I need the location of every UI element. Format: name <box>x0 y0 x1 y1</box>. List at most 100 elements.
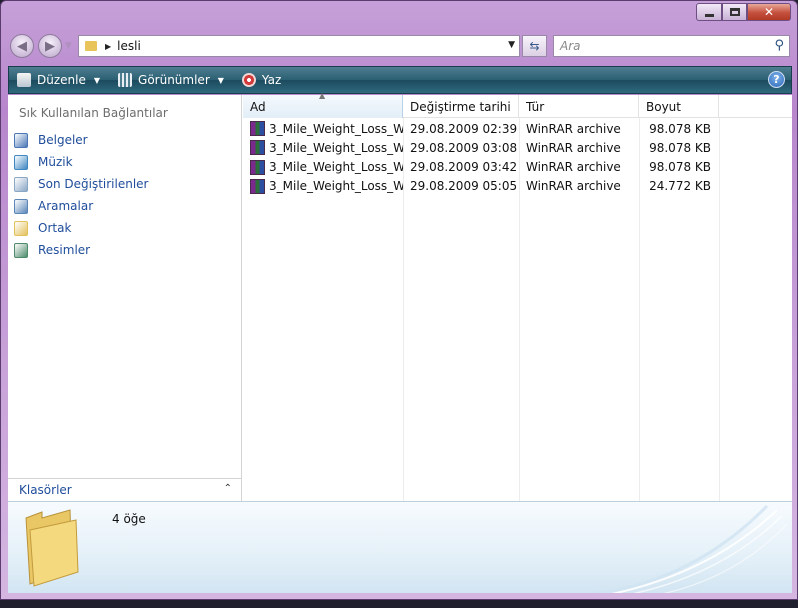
folder-icon <box>25 509 79 587</box>
recent-icon <box>14 176 28 192</box>
file-row[interactable]: 3_Mile_Weight_Loss_W... 29.08.2009 02:39 W… <box>243 119 723 138</box>
column-name-label: Ad <box>250 99 266 114</box>
file-type: WinRAR archive <box>526 160 621 175</box>
nav-link-1[interactable]: Müzik <box>14 151 148 173</box>
file-modified: 29.08.2009 03:08 <box>410 140 518 155</box>
views-button[interactable]: Görünümler ▼ <box>118 73 234 87</box>
column-headers: ▲ Ad Değiştirme tarihi Tür Boyut <box>243 91 792 118</box>
burn-disc-icon <box>241 73 256 87</box>
navigation-pane: Sık Kullanılan Bağlantılar Belgeler Müzik… <box>8 95 242 501</box>
nav-link-label: Müzik <box>38 155 73 169</box>
column-size-label: Boyut <box>646 99 681 114</box>
file-row[interactable]: 3_Mile_Weight_Loss_W... 29.08.2009 03:08 W… <box>243 138 723 157</box>
music-icon <box>14 154 28 170</box>
column-header-size[interactable]: Boyut <box>639 95 719 118</box>
search-placeholder[interactable]: Ara <box>560 39 581 53</box>
nav-link-5[interactable]: Resimler <box>14 239 148 261</box>
organize-icon <box>17 73 31 87</box>
file-row[interactable]: 3_Mile_Weight_Loss_W... 29.08.2009 03:42 W… <box>243 158 723 177</box>
winrar-archive-icon <box>250 178 265 194</box>
file-size: 98.078 KB <box>649 140 711 155</box>
file-name-cell: 3_Mile_Weight_Loss_W... <box>243 140 403 156</box>
file-name: 3_Mile_Weight_Loss_W... <box>269 160 403 175</box>
file-name: 3_Mile_Weight_Loss_W... <box>269 121 403 136</box>
maximize-icon <box>729 8 740 16</box>
search-input[interactable]: Ara ⚲ <box>553 35 790 57</box>
winrar-archive-icon <box>250 159 265 175</box>
views-icon <box>118 73 133 87</box>
file-list-pane: ▲ Ad Değiştirme tarihi Tür Boyut 3_Mile_… <box>243 91 792 501</box>
nav-link-3[interactable]: Aramalar <box>14 195 148 217</box>
close-icon: ✕ <box>763 5 775 19</box>
chevron-up-icon: ⌃ <box>223 483 232 494</box>
column-type-label: Tür <box>526 99 545 114</box>
winrar-archive-icon <box>250 121 265 136</box>
forward-button[interactable]: ▶ <box>38 34 62 58</box>
breadcrumb-arrow-icon[interactable]: ▶ <box>105 42 111 51</box>
column-modified-label: Değiştirme tarihi <box>410 99 511 114</box>
nav-link-label: Ortak <box>38 221 72 235</box>
file-name: 3_Mile_Weight_Loss_W... <box>269 140 403 155</box>
help-button[interactable]: ? <box>768 71 785 88</box>
recent-pages-dropdown[interactable]: ▼ <box>65 41 72 51</box>
refresh-icon: ⇆ <box>529 39 540 53</box>
search-icon <box>14 198 28 214</box>
views-label: Görünümler <box>138 73 210 87</box>
content-area: Sık Kullanılan Bağlantılar Belgeler Müzik… <box>8 91 792 501</box>
breadcrumb-path[interactable]: lesli <box>117 39 141 53</box>
organize-button[interactable]: Düzenle ▼ <box>17 73 110 87</box>
file-name: 3_Mile_Weight_Loss_W... <box>269 179 403 194</box>
chevron-down-icon: ▼ <box>93 75 101 85</box>
pictures-icon <box>14 242 28 258</box>
column-header-type[interactable]: Tür <box>519 95 639 118</box>
refresh-button[interactable]: ⇆ <box>522 35 547 57</box>
file-type: WinRAR archive <box>526 179 621 194</box>
maximize-button[interactable] <box>722 3 747 21</box>
file-row[interactable]: 3_Mile_Weight_Loss_W... 29.08.2009 05:05 W… <box>243 177 723 196</box>
documents-icon <box>14 132 28 148</box>
file-name-cell: 3_Mile_Weight_Loss_W... <box>243 178 403 194</box>
back-arrow-icon: ◀ <box>17 38 27 54</box>
nav-link-4[interactable]: Ortak <box>14 217 148 239</box>
close-button[interactable]: ✕ <box>747 3 791 21</box>
details-pane: 4 öğe <box>8 501 792 593</box>
file-size: 98.078 KB <box>649 160 711 175</box>
folder-icon <box>85 41 97 51</box>
file-name-cell: 3_Mile_Weight_Loss_W... <box>243 159 403 175</box>
public-folder-icon <box>14 220 28 236</box>
nav-link-label: Aramalar <box>38 199 94 213</box>
nav-link-2[interactable]: Son Değiştirilenler <box>14 173 148 195</box>
file-size: 98.078 KB <box>649 121 711 136</box>
favorite-links-list: Belgeler Müzik Son Değiştirilenler Aramalar… <box>14 129 148 261</box>
file-size: 24.772 KB <box>649 179 711 194</box>
window-controls: ✕ <box>696 3 791 21</box>
winrar-archive-icon <box>250 140 265 156</box>
sort-ascending-icon: ▲ <box>319 91 326 100</box>
column-header-modified[interactable]: Değiştirme tarihi <box>403 95 519 118</box>
burn-button[interactable]: Yaz <box>241 73 291 87</box>
address-dropdown-icon[interactable]: ▼ <box>508 40 515 50</box>
file-name-cell: 3_Mile_Weight_Loss_W... <box>243 121 403 136</box>
explorer-window: ✕ ◀ ▶ ▼ ▶ lesli ▼ ⇆ Ara ⚲ Düzenle ▼ Görü… <box>0 0 798 600</box>
back-button[interactable]: ◀ <box>10 34 34 58</box>
item-count: 4 öğe <box>112 512 146 526</box>
minimize-icon <box>704 13 714 17</box>
folders-label: Klasörler <box>19 483 72 497</box>
file-modified: 29.08.2009 05:05 <box>410 179 518 194</box>
nav-link-label: Resimler <box>38 243 91 257</box>
decorative-swoosh <box>592 504 788 593</box>
folders-toggle[interactable]: Klasörler ⌃ <box>8 478 242 501</box>
nav-link-label: Son Değiştirilenler <box>38 177 149 191</box>
nav-link-0[interactable]: Belgeler <box>14 129 148 151</box>
chevron-down-icon: ▼ <box>217 75 224 85</box>
command-bar: Düzenle ▼ Görünümler ▼ Yaz ? <box>8 66 792 94</box>
file-modified: 29.08.2009 02:39 <box>410 121 518 136</box>
file-modified: 29.08.2009 03:42 <box>410 160 518 175</box>
forward-arrow-icon: ▶ <box>45 38 55 54</box>
column-header-name[interactable]: ▲ Ad <box>243 91 403 118</box>
help-icon: ? <box>773 73 780 86</box>
minimize-button[interactable] <box>696 3 722 21</box>
search-icon[interactable]: ⚲ <box>774 38 784 53</box>
address-bar[interactable]: ▶ lesli ▼ <box>78 35 520 57</box>
organize-label: Düzenle <box>37 73 86 87</box>
